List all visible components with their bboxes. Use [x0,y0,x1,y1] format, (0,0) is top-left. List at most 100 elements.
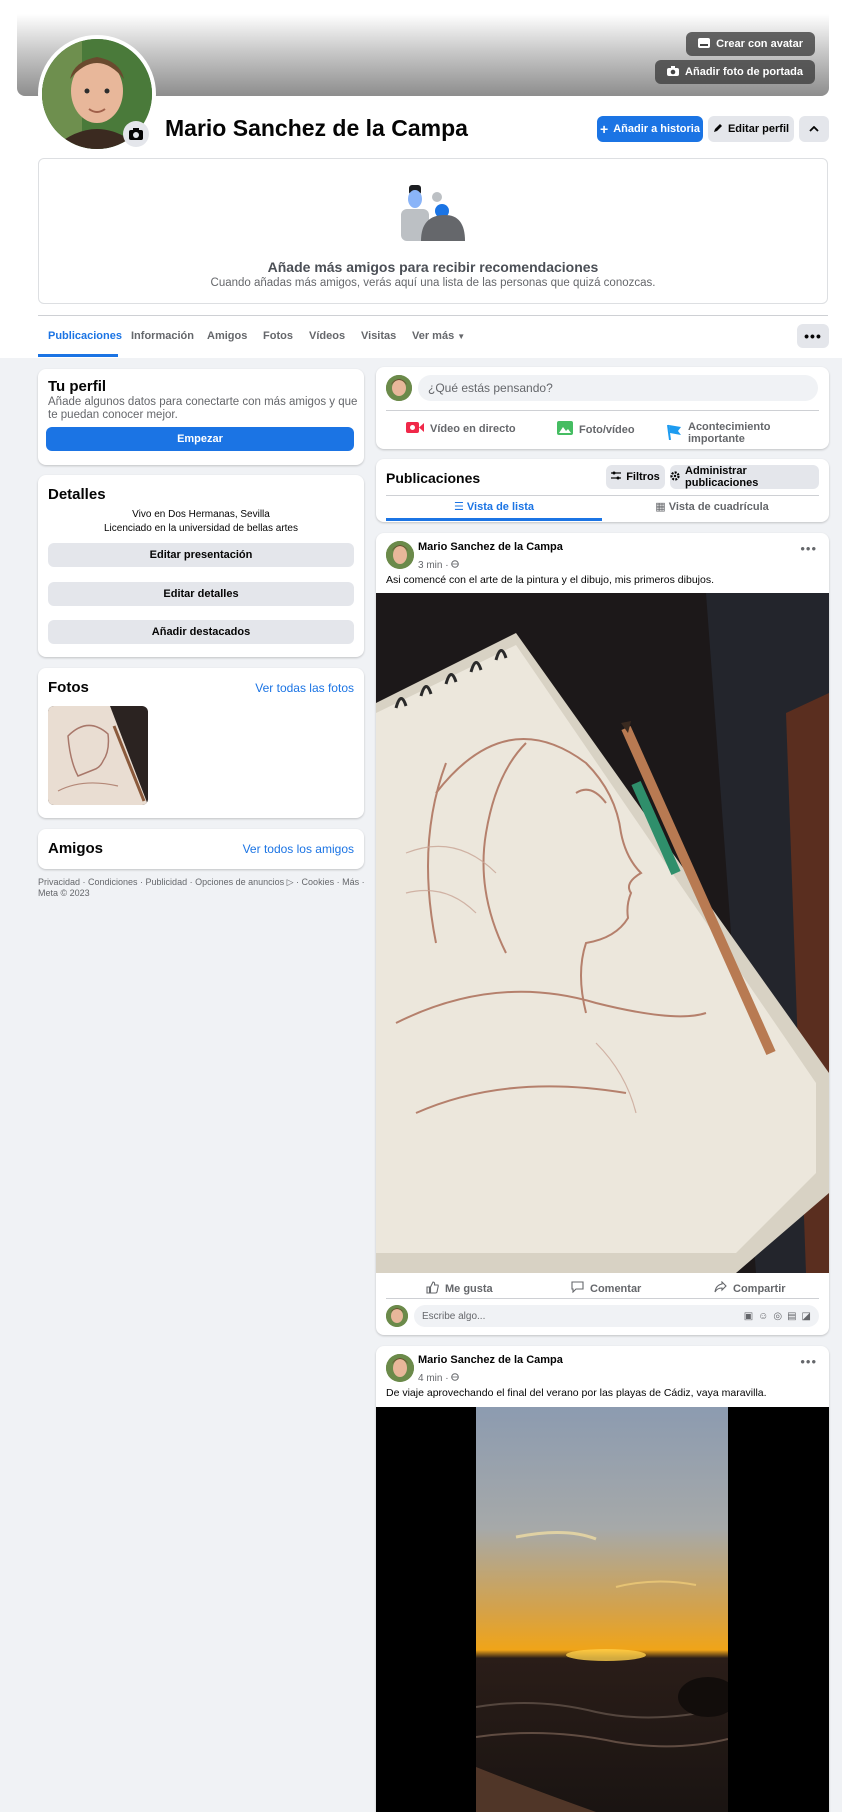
post-card: Mario Sanchez de la Campa 4 min · ••• De… [376,1346,829,1812]
filters-icon [611,471,622,483]
photos-title: Fotos [48,679,89,696]
post-text: Asi comencé con el arte de la pintura y … [386,574,714,586]
grid-icon: ▦ [655,501,669,513]
post-text: De viaje aprovechando el final del veran… [386,1387,767,1399]
live-video-icon [406,421,424,437]
tab-informacion[interactable]: Información [131,330,194,342]
caret-down-icon: ▼ [457,332,466,341]
gif-icon[interactable]: ▤ [787,1311,796,1322]
suggestions-subtitle: Cuando añadas más amigos, verás aquí una… [210,277,656,289]
chevron-up-icon [809,123,819,135]
comment-avatar [386,1305,408,1327]
active-tab-indicator [38,354,118,357]
thumbs-up-icon [426,1281,439,1297]
post-author-name[interactable]: Mario Sanchez de la Campa [418,541,563,553]
tab-amigos[interactable]: Amigos [207,330,247,342]
camera-icon [667,65,680,79]
post-image-drawing[interactable] [376,593,829,1273]
photo-icon [557,421,573,438]
suggestions-title: Añade más amigos para recibir recomendac… [267,259,599,275]
post-image-sunset[interactable] [376,1407,829,1812]
post-author-avatar[interactable] [386,1354,414,1382]
post-card: Mario Sanchez de la Campa 3 min · ••• As… [376,533,829,1335]
friends-title: Amigos [48,840,104,857]
share-icon [714,1280,727,1296]
tabs-divider [38,315,828,316]
composer-divider [386,410,819,411]
like-button[interactable]: Me gusta [426,1281,493,1297]
globe-icon [451,555,460,573]
photos-card: Fotos Ver todas las fotos [38,668,364,818]
comment-input[interactable]: Escribe algo... ▣ ☺ ◎ ▤ ◪ [414,1305,819,1327]
people-illustration-icon [399,185,465,246]
collapse-button[interactable] [799,116,829,142]
tab-ver-mas[interactable]: Ver más ▼ [412,330,465,342]
more-dots-icon: ••• [804,328,822,344]
edit-profile-button[interactable]: Editar perfil [708,116,794,142]
post-time[interactable]: 3 min · [418,555,460,573]
profile-name: Mario Sanchez de la Campa [165,115,468,141]
gear-icon [670,470,680,484]
create-avatar-button[interactable]: Crear con avatar [686,32,815,56]
posts-header-card: Publicaciones Filtros Administrar public… [376,459,829,522]
tab-videos[interactable]: Vídeos [309,330,345,342]
tab-visitas[interactable]: Visitas [361,330,396,342]
composer-input[interactable]: ¿Qué estás pensando? [418,375,818,401]
live-video-button[interactable]: Vídeo en directo [406,421,516,437]
change-photo-camera-icon[interactable] [123,121,149,147]
filters-button[interactable]: Filtros [606,465,665,489]
list-view-tab[interactable]: ☰ Vista de lista [386,500,602,513]
post-author-name[interactable]: Mario Sanchez de la Campa [418,1354,563,1366]
photo-thumbnail[interactable] [48,706,148,805]
posts-title: Publicaciones [386,470,481,486]
plus-icon: + [600,121,609,137]
details-title: Detalles [48,486,106,503]
your-profile-card: Tu perfil Añade algunos datos para conec… [38,369,364,465]
top-bar [0,0,842,15]
start-button[interactable]: Empezar [46,427,354,451]
comment-icon [571,1281,584,1296]
comment-tools: ▣ ☺ ◎ ▤ ◪ [744,1311,811,1322]
list-view-indicator [386,518,602,521]
composer-card: ¿Qué estás pensando? Vídeo en directo Fo… [376,367,829,449]
manage-posts-button[interactable]: Administrar publicaciones [670,465,819,489]
globe-icon [451,1368,460,1386]
post-options-icon[interactable]: ••• [800,541,817,556]
more-options-button[interactable]: ••• [797,324,829,348]
see-all-friends-link[interactable]: Ver todos los amigos [243,842,354,856]
post-author-avatar[interactable] [386,541,414,569]
details-card: Detalles Vivo en Dos Hermanas, Sevilla L… [38,475,364,657]
friends-card: Amigos Ver todos los amigos [38,829,364,869]
share-button[interactable]: Compartir [714,1280,786,1296]
see-all-photos-link[interactable]: Ver todas las fotos [255,681,354,695]
emoji-icon[interactable]: ☺ [758,1311,768,1322]
friend-suggestions-box: Añade más amigos para recibir recomendac… [38,158,828,304]
tab-publicaciones[interactable]: Publicaciones [48,330,122,342]
sticker-icon[interactable]: ◪ [802,1311,811,1322]
edit-details-button[interactable]: Editar detalles [48,582,354,606]
your-profile-title: Tu perfil [48,378,107,395]
avatar-sticker-icon[interactable]: ▣ [744,1311,753,1322]
grid-view-tab[interactable]: ▦ Vista de cuadrícula [604,500,820,513]
avatar-icon [698,37,711,51]
footer-links[interactable]: Privacidad · Condiciones · Publicidad · … [38,877,368,899]
post-actions-divider [386,1298,819,1299]
edit-presentation-button[interactable]: Editar presentación [48,543,354,567]
details-education: Licenciado en la universidad de bellas a… [103,523,298,534]
add-story-button[interactable]: + Añadir a historia [597,116,703,142]
details-location: Vivo en Dos Hermanas, Sevilla [132,509,270,520]
add-cover-photo-button[interactable]: Añadir foto de portada [655,60,815,84]
post-options-icon[interactable]: ••• [800,1354,817,1369]
comment-button[interactable]: Comentar [571,1281,641,1296]
post-time[interactable]: 4 min · [418,1368,460,1386]
composer-avatar [386,375,412,401]
camera-icon[interactable]: ◎ [773,1311,782,1322]
list-icon: ☰ [454,501,467,513]
tab-fotos[interactable]: Fotos [263,330,293,342]
add-highlights-button[interactable]: Añadir destacados [48,620,354,644]
life-event-button[interactable]: Acontecimiento importante [666,421,829,445]
pencil-icon [713,123,723,136]
flag-icon [666,424,682,443]
your-profile-text: Añade algunos datos para conectarte con … [48,396,358,421]
photo-video-button[interactable]: Foto/vídeo [557,421,635,438]
